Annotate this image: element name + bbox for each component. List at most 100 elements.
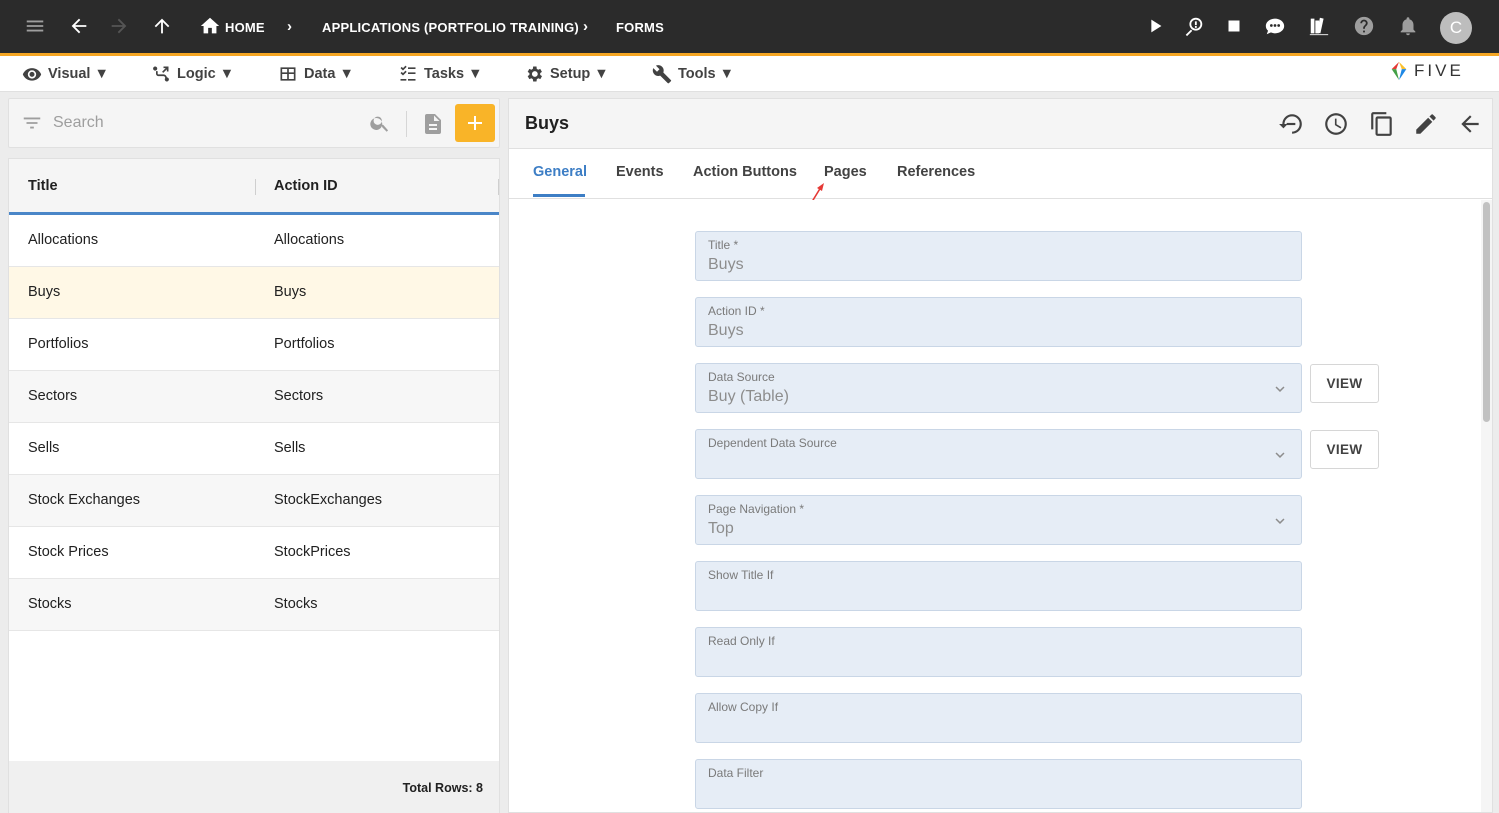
menu-logic-label: Logic ▼ [177,66,235,82]
chevron-down-icon[interactable] [1271,446,1289,464]
menu-logic[interactable]: Logic ▼ [151,63,234,85]
row-title: Stock Prices [28,544,109,560]
breadcrumb-applications[interactable]: APPLICATIONS (PORTFOLIO TRAINING) [322,20,579,35]
page-navigation-value: Top [708,520,734,537]
detail-tabs: General Events Action Buttons Pages Refe… [509,149,1492,199]
row-action-id: Allocations [274,232,345,248]
menu-setup-label: Setup ▼ [550,66,609,82]
page-navigation-field[interactable]: Page Navigation * Top [695,495,1302,545]
tools-icon [652,65,672,84]
column-divider[interactable] [255,179,256,195]
table-icon [280,67,296,81]
menu-data-label: Data ▼ [304,66,354,82]
table-row[interactable]: Stock Exchanges StockExchanges [9,475,499,527]
detail-header: Buys [509,99,1492,149]
search-input[interactable] [53,109,363,137]
breadcrumb-separator-icon: › [583,18,588,35]
column-divider[interactable] [498,179,499,195]
stop-icon[interactable] [1220,12,1248,40]
data-source-view-button[interactable]: VIEW [1310,364,1379,403]
menu-bar: Visual ▼ Logic ▼ Data ▼ Tasks ▼ Setup ▼ … [0,56,1499,92]
play-icon[interactable] [1141,12,1169,40]
menu-tools[interactable]: Tools ▼ [652,63,734,85]
chat-bot-icon[interactable] [1261,12,1289,40]
filter-icon[interactable] [21,112,43,134]
eye-icon [22,68,42,81]
allow-copy-if-field[interactable]: Allow Copy If [695,693,1302,743]
row-action-id: Stocks [274,596,318,612]
tab-pages[interactable]: Pages [824,164,867,180]
up-arrow-icon[interactable] [148,12,176,40]
user-avatar[interactable]: C [1440,12,1472,44]
row-title: Sectors [28,388,78,404]
allow-copy-if-label: Allow Copy If [708,700,779,714]
table-row[interactable]: Sectors Sectors [9,371,499,423]
chevron-down-icon[interactable] [1271,380,1289,398]
five-logo: FIVE [1388,60,1464,82]
table-row[interactable]: Buys Buys [9,267,499,319]
read-only-if-field[interactable]: Read Only If [695,627,1302,677]
library-icon[interactable] [1305,12,1333,40]
document-icon[interactable] [421,111,445,137]
table-row[interactable]: Allocations Allocations [9,215,499,267]
show-title-if-label: Show Title If [708,568,774,582]
column-header-action-id[interactable]: Action ID [274,178,338,194]
action-id-field[interactable]: Action ID * Buys [695,297,1302,347]
title-value: Buys [708,256,744,273]
table-row[interactable]: Stocks Stocks [9,579,499,631]
table-row[interactable]: Portfolios Portfolios [9,319,499,371]
back-arrow-icon[interactable] [65,12,93,40]
menu-visual[interactable]: Visual ▼ [22,63,109,85]
breadcrumb-home[interactable]: HOME [225,20,265,35]
menu-tasks[interactable]: Tasks ▼ [398,63,482,85]
tab-references[interactable]: References [897,164,975,180]
row-action-id: StockExchanges [274,492,383,508]
edit-pencil-icon[interactable] [1413,111,1439,137]
chevron-down-icon[interactable] [1271,512,1289,530]
active-tab-indicator [533,194,585,197]
scrollbar-thumb[interactable] [1483,202,1490,422]
forward-arrow-icon[interactable] [105,12,133,40]
table-row[interactable]: Sells Sells [9,423,499,475]
total-rows-count: Total Rows: 8 [402,781,483,795]
table-row[interactable]: Stock Prices StockPrices [9,527,499,579]
record-title: Buys [525,113,570,133]
home-icon[interactable] [196,12,224,40]
copy-icon[interactable] [1369,111,1395,137]
dependent-data-source-field[interactable]: Dependent Data Source [695,429,1302,479]
data-filter-label: Data Filter [708,766,764,780]
data-source-field[interactable]: Data Source Buy (Table) [695,363,1302,413]
help-icon[interactable] [1350,12,1378,40]
debug-search-icon[interactable] [1180,12,1208,40]
row-action-id: Sectors [274,388,324,404]
tab-action-buttons[interactable]: Action Buttons [693,164,797,180]
title-field[interactable]: Title * Buys [695,231,1302,281]
hamburger-menu-icon[interactable] [21,12,49,40]
history-back-icon[interactable] [1278,111,1304,137]
notification-bell-icon[interactable] [1394,12,1422,40]
list-header: Title Action ID [9,159,499,215]
close-back-arrow-icon[interactable] [1457,111,1483,137]
title-label: Title * [708,238,739,252]
add-record-button[interactable] [455,104,495,142]
menu-data[interactable]: Data ▼ [278,63,354,85]
clock-icon[interactable] [1323,111,1349,137]
data-filter-field[interactable]: Data Filter [695,759,1302,809]
action-id-label: Action ID * [708,304,765,318]
page-navigation-label: Page Navigation * [708,502,805,516]
tab-events[interactable]: Events [616,164,664,180]
show-title-if-field[interactable]: Show Title If [695,561,1302,611]
search-icon[interactable] [369,112,391,134]
column-header-title[interactable]: Title [28,178,58,194]
form-scrollbar[interactable] [1481,200,1492,812]
menu-visual-label: Visual ▼ [48,66,109,82]
general-form: Title * Buys Action ID * Buys Data Source Buy… [509,200,1481,812]
plus-icon [468,116,482,130]
dependent-data-source-view-button[interactable]: VIEW [1310,430,1379,469]
toolbar-divider [406,111,407,137]
form-detail-panel: Buys General Events Action Buttons Pages… [508,98,1493,813]
tab-general[interactable]: General [533,164,587,180]
menu-setup[interactable]: Setup ▼ [524,63,609,85]
row-action-id: Buys [274,284,307,300]
data-source-value: Buy (Table) [708,388,789,405]
